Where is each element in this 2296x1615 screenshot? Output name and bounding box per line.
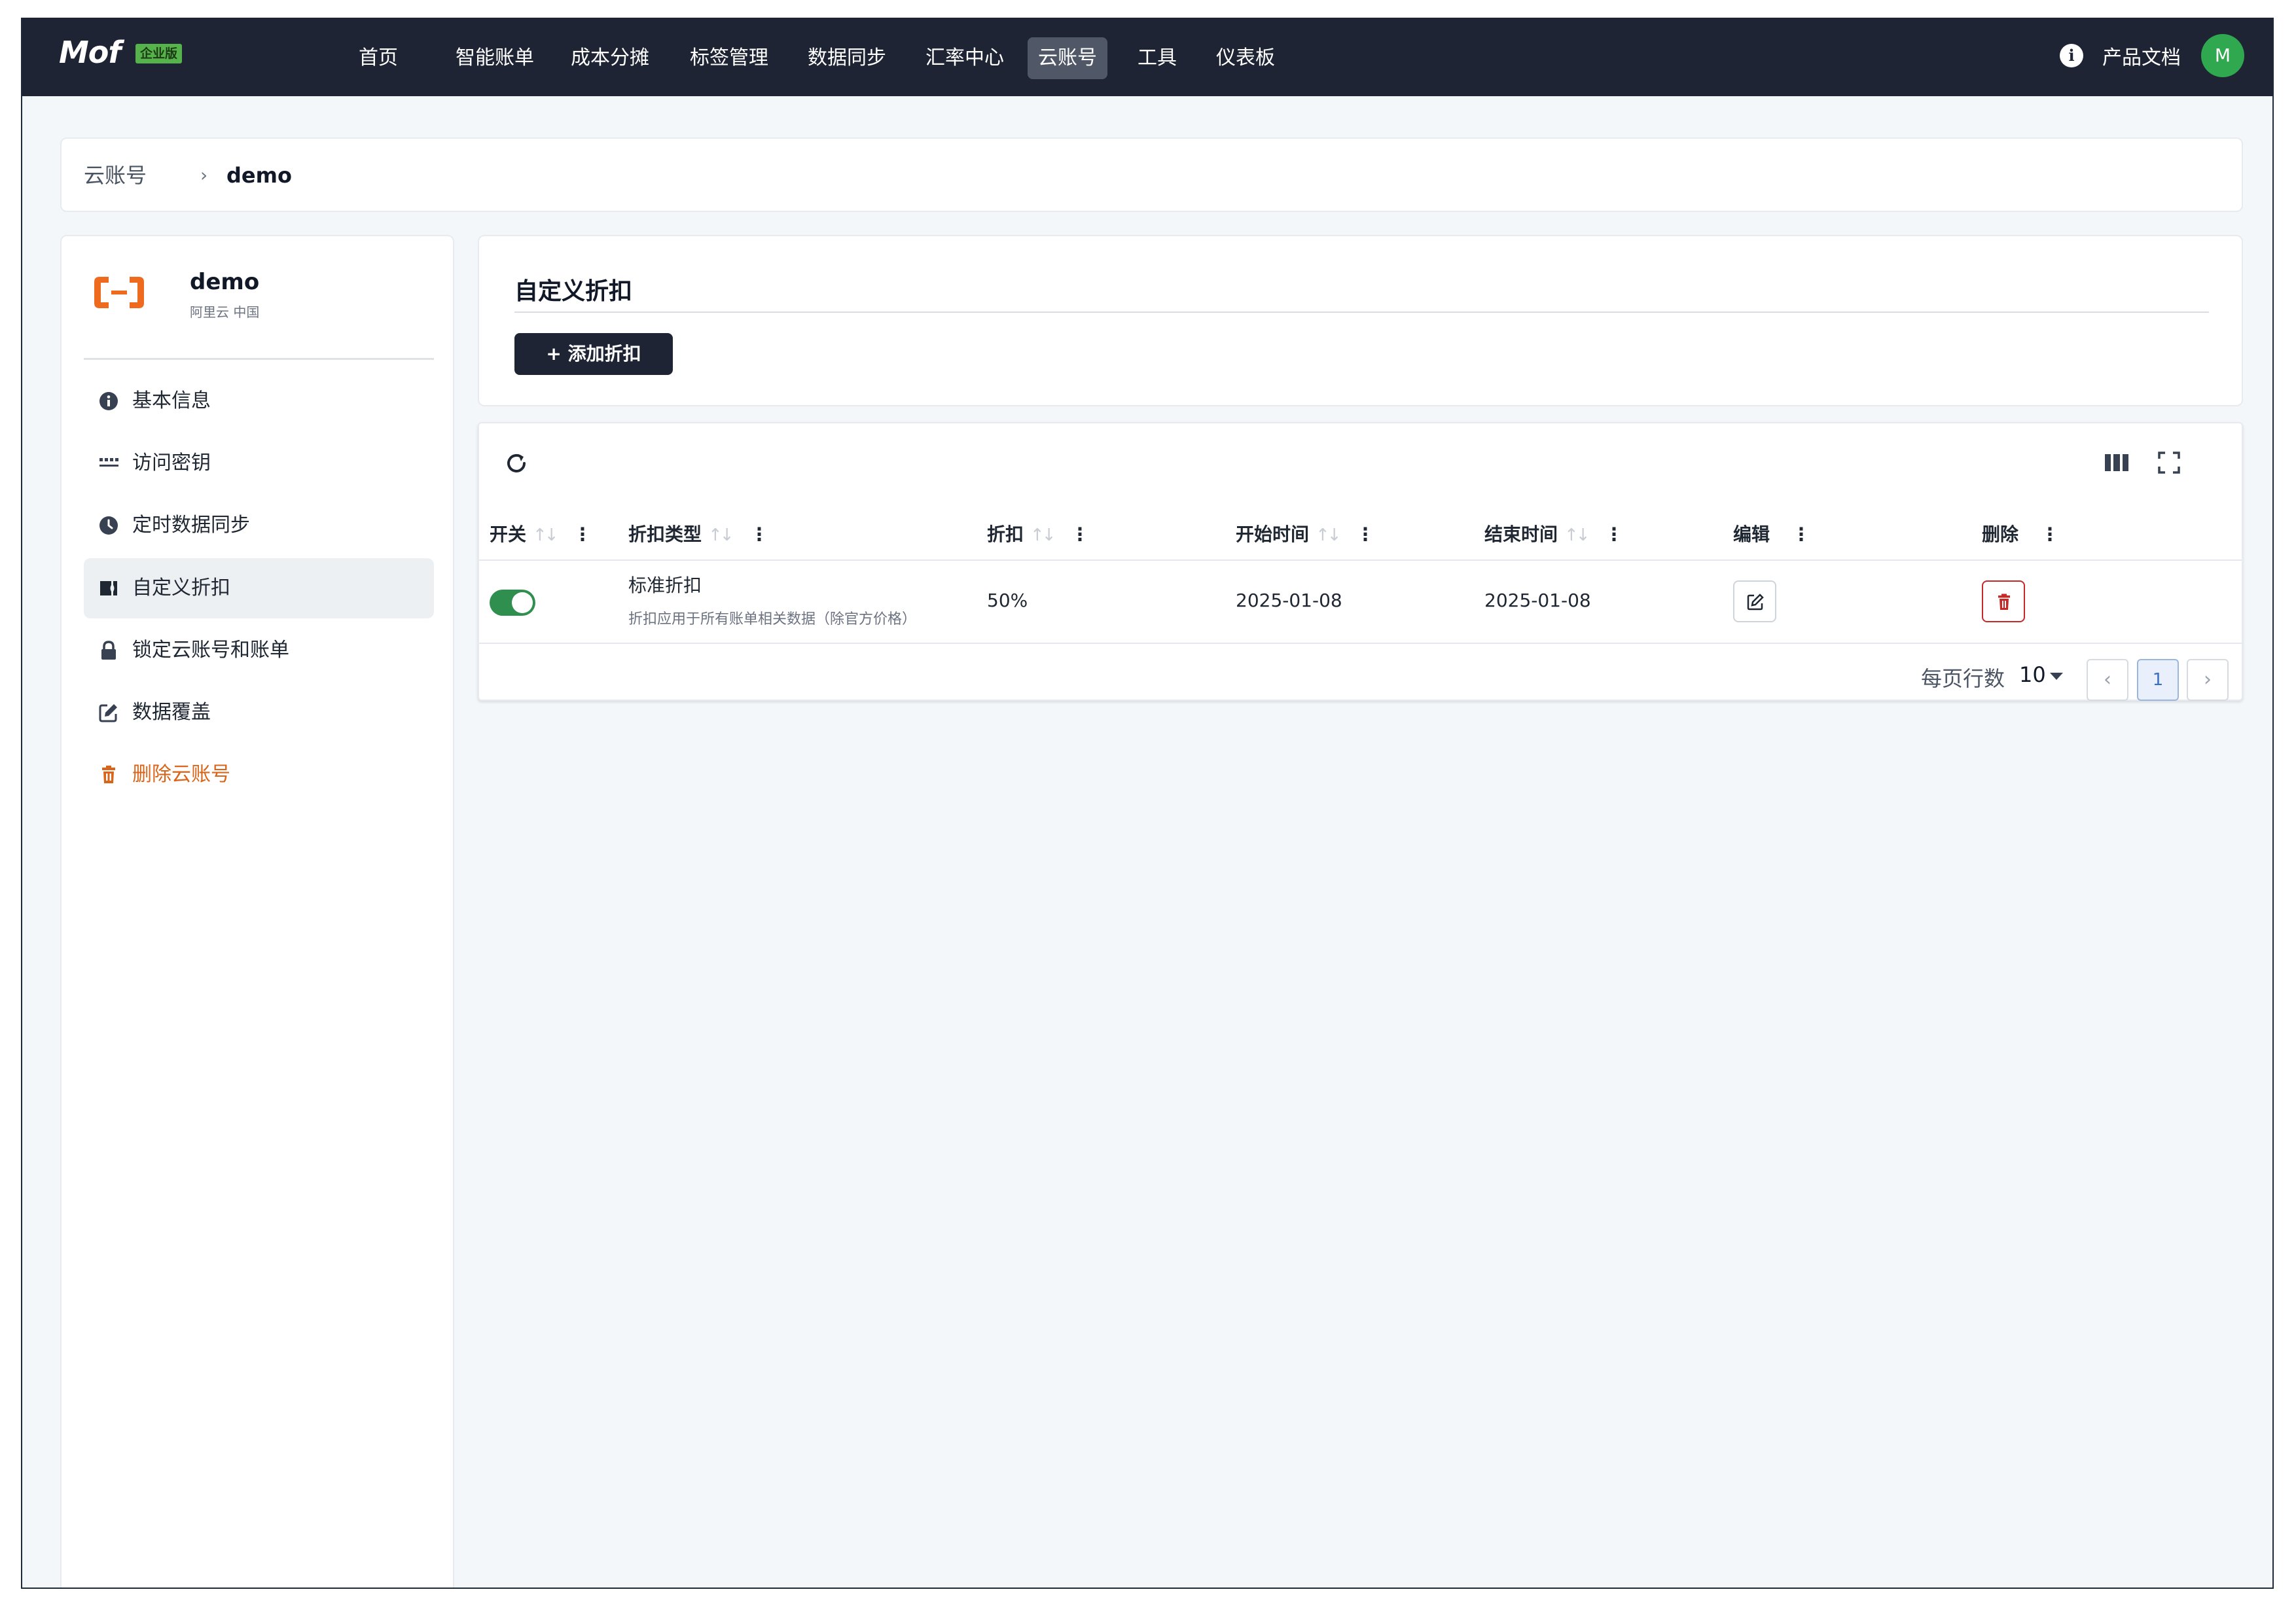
nav-item-cost-allocation[interactable]: 成本分摊 (560, 37, 660, 79)
sidebar-item-basic-info[interactable]: 基本信息 (84, 371, 434, 431)
sidebar-item-custom-discount[interactable]: 自定义折扣 (84, 558, 434, 618)
page-button-current[interactable]: 1 (2137, 659, 2179, 701)
nav-item-data-sync[interactable]: 数据同步 (797, 37, 897, 79)
nav-item-exchange-rate[interactable]: 汇率中心 (915, 37, 1014, 79)
fullscreen-icon[interactable] (2156, 450, 2182, 476)
sidebar-item-label: 自定义折扣 (132, 577, 230, 599)
edit-icon (1747, 594, 1764, 611)
discount-type-description: 折扣应用于所有账单相关数据（除官方价格） (628, 611, 917, 628)
trash-icon (102, 766, 115, 783)
sidebar-item-label: 访问密钥 (132, 452, 211, 474)
end-time-cell: 2025-01-08 (1484, 590, 1591, 611)
app-logo[interactable]: Mof (59, 35, 121, 70)
sidebar-item-label: 基本信息 (132, 389, 211, 412)
nav-item-home[interactable]: 首页 (348, 37, 408, 79)
column-menu-icon[interactable]: ⋮ (2041, 522, 2059, 548)
sidebar-item-scheduled-sync[interactable]: 定时数据同步 (84, 495, 434, 556)
info-icon (99, 392, 118, 410)
add-discount-button[interactable]: + 添加折扣 (514, 333, 673, 375)
chevron-down-icon[interactable] (2050, 673, 2063, 680)
nav-item-tools[interactable]: 工具 (1127, 37, 1187, 79)
column-header-edit: 编辑 (1733, 522, 1770, 548)
sidebar-item-label: 定时数据同步 (132, 514, 250, 537)
sidebar-divider (84, 358, 434, 360)
table-header-divider (479, 559, 2242, 561)
rows-per-page-label: 每页行数 (1921, 666, 2005, 691)
edit-icon (99, 704, 117, 722)
sort-icon[interactable]: ↑↓ (533, 522, 559, 548)
prev-page-button[interactable]: ‹ (2087, 659, 2128, 701)
sidebar-item-label: 数据覆盖 (132, 701, 211, 724)
account-provider: 阿里云 中国 (190, 304, 260, 320)
column-header-discount-type[interactable]: 折扣类型 ↑↓ (628, 522, 734, 548)
column-menu-icon[interactable]: ⋮ (1071, 522, 1089, 548)
column-header-label: 结束时间 (1484, 524, 1558, 545)
key-dots-icon (99, 458, 118, 467)
discount-header-card: 自定义折扣 + 添加折扣 (478, 235, 2243, 406)
product-docs-link[interactable]: 产品文档 (2102, 37, 2181, 79)
column-menu-icon[interactable]: ⋮ (573, 522, 592, 548)
rows-per-page-select[interactable]: 10 (2019, 662, 2046, 687)
sidebar-item-label: 锁定云账号和账单 (132, 639, 289, 662)
user-avatar[interactable]: M (2201, 34, 2244, 77)
column-header-label: 删除 (1982, 524, 2019, 545)
column-header-discount[interactable]: 折扣 ↑↓ (987, 522, 1056, 548)
title-divider (514, 311, 2209, 313)
sidebar-item-data-override[interactable]: 数据覆盖 (84, 683, 434, 743)
discount-value-cell: 50% (987, 590, 1028, 611)
start-time-cell: 2025-01-08 (1236, 590, 1342, 611)
breadcrumb-separator: › (200, 164, 208, 186)
column-menu-icon[interactable]: ⋮ (1356, 522, 1374, 548)
next-page-button[interactable]: › (2187, 659, 2229, 701)
sidebar-item-lock-account[interactable]: 锁定云账号和账单 (84, 620, 434, 681)
lock-icon (101, 641, 116, 660)
column-header-label: 折扣 (987, 524, 1024, 545)
page-title: 自定义折扣 (514, 278, 633, 305)
sidebar-item-label: 删除云账号 (132, 763, 230, 786)
column-header-start-time[interactable]: 开始时间 ↑↓ (1236, 522, 1342, 548)
column-menu-icon[interactable]: ⋮ (750, 522, 768, 548)
column-header-label: 开关 (490, 524, 527, 545)
toggle-knob (512, 592, 533, 613)
edition-badge: 企业版 (135, 44, 183, 63)
column-header-end-time[interactable]: 结束时间 ↑↓ (1484, 522, 1590, 548)
column-header-delete: 删除 (1982, 522, 2018, 548)
top-navbar: Mof 企业版 首页 智能账单 成本分摊 标签管理 数据同步 汇率中心 云账号 … (22, 18, 2272, 96)
sort-icon[interactable]: ↑↓ (1316, 522, 1342, 548)
alibaba-cloud-logo-icon (94, 277, 144, 308)
delete-button[interactable] (1982, 580, 2025, 622)
sort-icon[interactable]: ↑↓ (1030, 522, 1056, 548)
breadcrumb: 云账号 › demo (60, 137, 2243, 212)
info-icon[interactable]: i (2060, 44, 2083, 67)
breadcrumb-root-link[interactable]: 云账号 (84, 139, 147, 212)
nav-item-tag-management[interactable]: 标签管理 (679, 37, 779, 79)
account-sidebar: demo 阿里云 中国 基本信息 访问密钥 定时数据同步 自定义折扣 锁定云账号… (60, 235, 454, 1588)
account-name: demo (190, 269, 260, 295)
app-window: Mof 企业版 首页 智能账单 成本分摊 标签管理 数据同步 汇率中心 云账号 … (21, 18, 2274, 1589)
nav-item-smart-bill[interactable]: 智能账单 (445, 37, 545, 79)
sidebar-item-access-keys[interactable]: 访问密钥 (84, 433, 434, 493)
column-header-switch[interactable]: 开关 ↑↓ (490, 522, 559, 548)
clock-icon (99, 516, 118, 535)
columns-icon[interactable] (2104, 450, 2130, 476)
sort-icon[interactable]: ↑↓ (1564, 522, 1590, 548)
column-menu-icon[interactable]: ⋮ (1792, 522, 1810, 548)
table-footer-divider (479, 643, 2242, 644)
column-header-label: 开始时间 (1236, 524, 1310, 545)
discount-type-cell: 标准折扣 (628, 575, 702, 596)
discount-table-card: 开关 ↑↓ ⋮ 折扣类型 ↑↓ ⋮ 折扣 ↑↓ ⋮ 开始时间 ↑↓ ⋮ 结束时间 ↑↓ ⋮… (478, 422, 2243, 701)
sidebar-item-delete-account[interactable]: 删除云账号 (84, 745, 434, 805)
refresh-icon[interactable] (503, 450, 530, 477)
column-menu-icon[interactable]: ⋮ (1605, 522, 1623, 548)
nav-item-cloud-accounts[interactable]: 云账号 (1028, 37, 1107, 79)
column-header-label: 折扣类型 (628, 524, 702, 545)
trash-icon (1998, 594, 2010, 610)
nav-item-dashboard[interactable]: 仪表板 (1206, 37, 1285, 79)
ticket-icon (100, 581, 117, 595)
discount-enabled-toggle[interactable] (490, 590, 535, 616)
breadcrumb-current: demo (226, 163, 292, 188)
sort-icon[interactable]: ↑↓ (708, 522, 734, 548)
column-header-label: 编辑 (1733, 524, 1770, 545)
edit-button[interactable] (1733, 580, 1776, 622)
